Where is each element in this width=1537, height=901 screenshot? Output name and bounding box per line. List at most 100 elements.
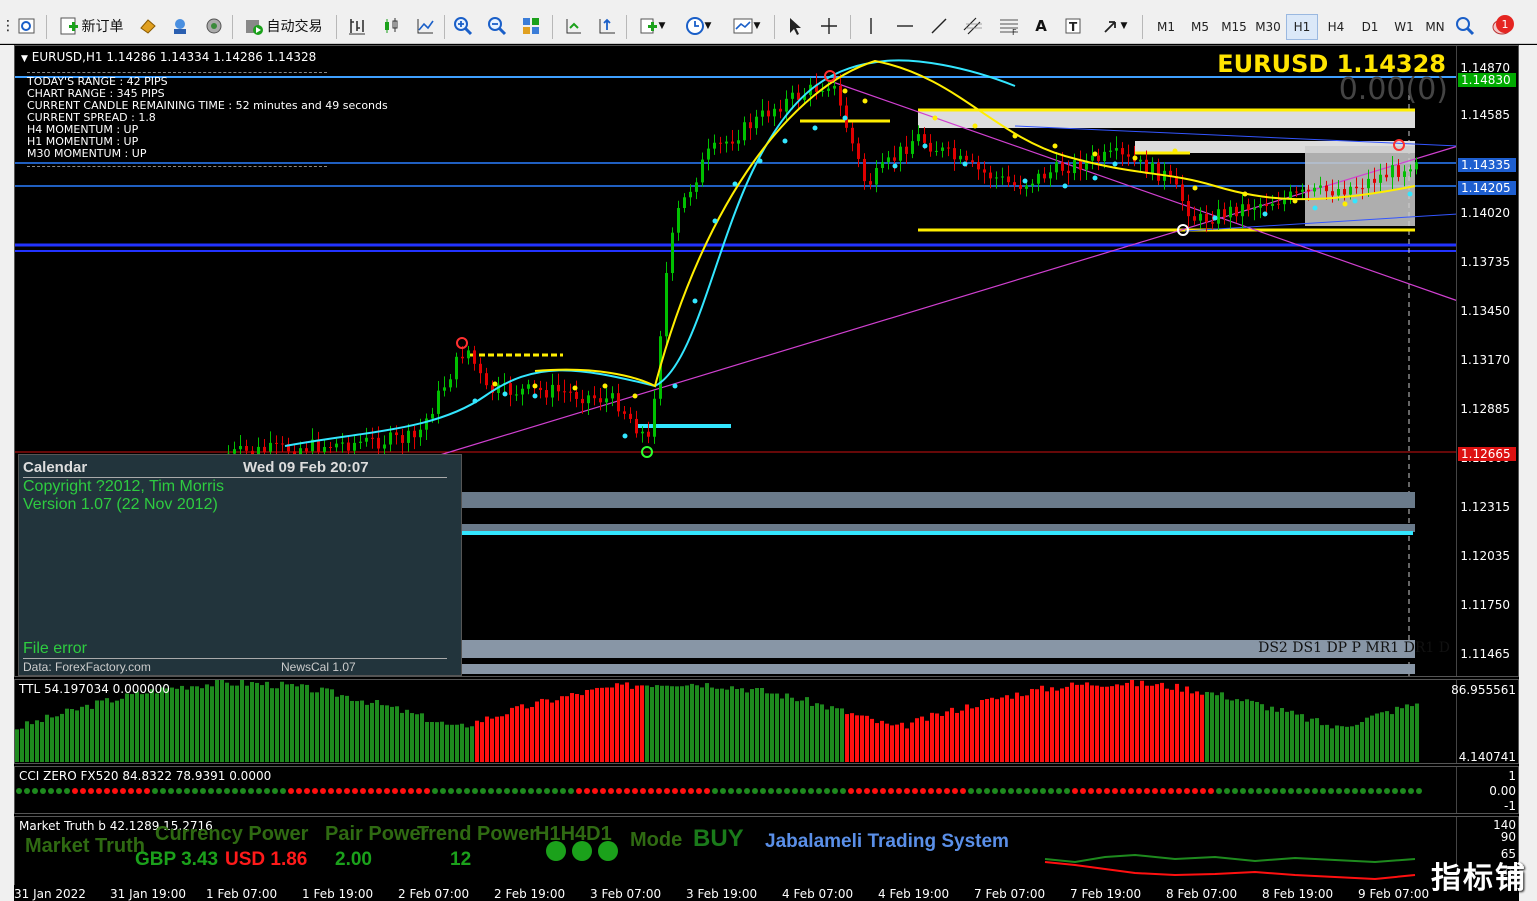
zoom-in-icon[interactable] [450, 13, 476, 39]
svg-text:T: T [1069, 20, 1078, 34]
ttl-bar [715, 688, 719, 762]
ttl-bar [130, 694, 134, 762]
candle-body [1115, 148, 1118, 151]
sar-dot [1092, 175, 1098, 181]
cci-dot [168, 788, 174, 794]
text-label-icon[interactable]: T [1060, 13, 1086, 39]
ttl-indicator-window[interactable]: TTL 54.197034 0.000000 86.955561 4.14074… [14, 679, 1519, 764]
cci-dot [888, 788, 894, 794]
chart-shift-icon[interactable] [560, 13, 586, 39]
bar-chart-icon[interactable] [344, 13, 370, 39]
timeframe-d1[interactable]: D1 [1354, 14, 1386, 40]
ttl-bar [450, 724, 454, 762]
cci-dot [368, 788, 374, 794]
cci-dot [672, 788, 678, 794]
ttl-bar [870, 718, 874, 762]
cci-dot [136, 788, 142, 794]
timeframe-m1[interactable]: M1 [1150, 14, 1182, 40]
cci-dot [464, 788, 470, 794]
mt-tick: 90 [1500, 830, 1516, 844]
notifications-button[interactable]: 1 [1484, 13, 1520, 39]
cci-dot [112, 788, 118, 794]
ttl-bar [260, 685, 264, 762]
cci-dot [1216, 788, 1222, 794]
candle-body [863, 158, 866, 182]
cci-dot [872, 788, 878, 794]
timeframe-mn[interactable]: MN [1422, 14, 1448, 40]
timeframe-h1[interactable]: H1 [1286, 14, 1318, 40]
cci-dot [536, 788, 542, 794]
ttl-bar [410, 713, 414, 762]
candle-body [785, 98, 788, 112]
tile-windows-icon[interactable] [518, 13, 544, 39]
ttl-bar [1360, 721, 1364, 762]
cci-dot [416, 788, 422, 794]
ttl-bar [950, 707, 954, 762]
vertical-line-icon[interactable] [858, 13, 884, 39]
auto-scroll-icon[interactable] [594, 13, 620, 39]
market-truth-window[interactable]: Market Truth b 42.1289 15.2716 Market Tr… [14, 816, 1519, 886]
ttl-bar [740, 688, 744, 762]
zoom-out-icon[interactable] [484, 13, 510, 39]
cci-dot [224, 788, 230, 794]
ttl-bar [1020, 696, 1024, 762]
candle-body [1223, 209, 1226, 218]
trendline-icon[interactable] [926, 13, 952, 39]
line-chart-icon[interactable] [412, 13, 438, 39]
ttl-bar [280, 681, 284, 762]
candle-body [455, 356, 458, 380]
candle-body [1295, 191, 1298, 193]
timeframe-m5[interactable]: M5 [1184, 14, 1216, 40]
candle-body [605, 398, 608, 403]
cci-dot [400, 788, 406, 794]
ttl-bar [750, 689, 754, 762]
timeframe-h4[interactable]: H4 [1320, 14, 1352, 40]
text-tool-icon[interactable]: A [1030, 13, 1052, 39]
navigator-icon[interactable] [202, 13, 226, 39]
ttl-bar [680, 686, 684, 762]
crosshair-icon[interactable] [816, 13, 842, 39]
fibonacci-icon[interactable]: F [994, 13, 1024, 39]
new-order-button[interactable]: 新订单 [52, 13, 130, 39]
timeframe-m15[interactable]: M15 [1218, 14, 1250, 40]
ttl-bar [565, 696, 569, 762]
calendar-date: Wed 09 Feb 20:07 [243, 459, 369, 476]
watermark: 指标铺 [1431, 861, 1527, 896]
chart-menu-icon[interactable]: ▼ [21, 54, 28, 64]
ttl-bar [935, 713, 939, 762]
cursor-icon[interactable] [782, 13, 808, 39]
candlestick-chart-icon[interactable] [378, 13, 404, 39]
ttl-bar [365, 704, 369, 762]
ttl-bar [1295, 714, 1299, 762]
timeframe-m30[interactable]: M30 [1252, 14, 1284, 40]
price-axis[interactable]: 1.14870 1.14585 1.14020 1.13735 1.13450 1.131… [1456, 46, 1518, 676]
auto-trading-button[interactable]: 自动交易 [238, 13, 328, 39]
equidistant-channel-icon[interactable] [958, 13, 988, 39]
timeframe-w1[interactable]: W1 [1388, 14, 1420, 40]
market-watch-icon[interactable] [136, 13, 160, 39]
candle-body [707, 148, 710, 160]
ttl-bar [660, 685, 664, 762]
sar-dot [572, 385, 578, 391]
search-icon[interactable] [1452, 13, 1478, 39]
price-tick: 1.12035 [1460, 549, 1510, 563]
ttl-bar [155, 693, 159, 762]
data-window-icon[interactable] [168, 13, 192, 39]
arrows-dropdown[interactable]: ▼ [1094, 13, 1134, 39]
cci-dot [960, 788, 966, 794]
sar-dot [632, 393, 638, 399]
indicators-dropdown[interactable]: ▼ [634, 13, 670, 39]
templates-dropdown[interactable]: ▼ [726, 13, 766, 39]
periods-dropdown[interactable]: ▼ [680, 13, 716, 39]
toolbar-grip: ⋮ [1, 18, 15, 34]
ttl-bar [245, 685, 249, 762]
candle-body [773, 108, 776, 117]
ttl-bar [780, 698, 784, 762]
main-chart[interactable]: ▼ EURUSD,H1 1.14286 1.14334 1.14286 1.14… [14, 45, 1519, 677]
cci-dot [1008, 788, 1014, 794]
horizontal-line-icon[interactable] [892, 13, 918, 39]
zoom-chart-icon[interactable] [14, 13, 40, 39]
cci-indicator-window[interactable]: CCI ZERO FX520 84.8322 78.9391 0.0000 1 … [14, 766, 1519, 814]
candle-body [677, 208, 680, 233]
ttl-bar [575, 693, 579, 762]
